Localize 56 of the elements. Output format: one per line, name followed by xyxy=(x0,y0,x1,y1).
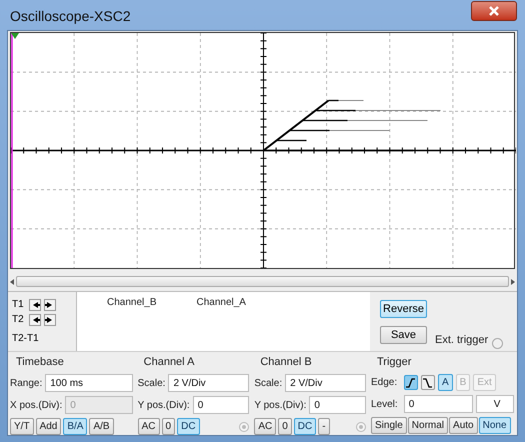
level-field[interactable]: 0 xyxy=(404,395,474,413)
field-label: Scale: xyxy=(138,376,166,390)
toggle-button[interactable]: B/A xyxy=(63,418,88,435)
section-title: Trigger xyxy=(376,354,412,370)
horizontal-scrollbar[interactable] xyxy=(16,276,509,287)
y-position-field[interactable]: 0 xyxy=(192,396,250,414)
toggle-button[interactable]: Single xyxy=(370,417,407,434)
column-header: Channel_B xyxy=(107,296,156,310)
section-title: Timebase xyxy=(15,354,65,370)
toggle-button[interactable]: DC xyxy=(294,418,316,435)
scale-field[interactable]: 2 V/Div xyxy=(168,374,250,392)
toggle-button[interactable]: A/B xyxy=(89,418,114,435)
toggle-button[interactable]: AC xyxy=(138,418,160,435)
toggle-button[interactable]: Y/T xyxy=(10,418,34,435)
left-arrow-button[interactable] xyxy=(29,314,41,326)
field-label: Y pos.(Div): xyxy=(254,398,306,412)
field-label: Range: xyxy=(10,376,42,390)
field-label: X pos.(Div): xyxy=(10,398,62,412)
scale-field[interactable]: 2 V/Div xyxy=(285,374,366,392)
section-title: Channel B xyxy=(259,354,313,370)
toggle-button[interactable]: Normal xyxy=(408,417,448,434)
field-label: Scale: xyxy=(254,376,282,390)
right-arrow-button[interactable] xyxy=(44,298,56,310)
scroll-left-icon[interactable] xyxy=(10,278,14,284)
toggle-button[interactable]: DC xyxy=(177,418,200,435)
toggle-button[interactable]: - xyxy=(318,418,330,435)
toggle-button[interactable]: 0 xyxy=(162,418,176,435)
toggle-button[interactable]: Add xyxy=(36,418,62,435)
y-position-field[interactable]: 0 xyxy=(309,396,366,414)
ext-trigger-label: Ext. trigger xyxy=(435,333,488,348)
cursor-label: T2-T1 xyxy=(12,332,39,346)
range-field[interactable]: 100 ms xyxy=(45,374,133,392)
right-arrow-button[interactable] xyxy=(44,314,56,326)
column-header: Channel_A xyxy=(196,296,246,310)
cursor-marker-icon[interactable] xyxy=(11,32,19,38)
section-title: Channel A xyxy=(142,354,196,370)
field-label: Y pos.(Div): xyxy=(138,398,190,412)
rising-edge-button[interactable] xyxy=(404,375,418,390)
save-button[interactable]: Save xyxy=(380,326,427,344)
cursor-label: T2 xyxy=(12,313,25,327)
left-arrow-button[interactable] xyxy=(29,298,41,310)
cursor-label: T1 xyxy=(12,298,25,312)
toggle-button[interactable]: AC xyxy=(254,418,276,435)
close-button[interactable] xyxy=(471,0,517,21)
falling-edge-button[interactable] xyxy=(420,375,435,390)
unit-field[interactable]: V xyxy=(476,395,514,413)
toggle-button[interactable]: Auto xyxy=(449,417,478,434)
close-icon xyxy=(488,4,500,17)
toggle-button[interactable]: None xyxy=(478,417,511,434)
field-label: Edge: xyxy=(370,376,398,390)
toggle-button[interactable]: A xyxy=(438,374,453,391)
scroll-right-icon[interactable] xyxy=(511,278,515,284)
field-label: Level: xyxy=(370,398,399,412)
reverse-button[interactable]: Reverse xyxy=(380,300,427,318)
window-title: Oscilloscope-XSC2 xyxy=(10,7,131,26)
toggle-button[interactable]: 0 xyxy=(278,418,292,435)
